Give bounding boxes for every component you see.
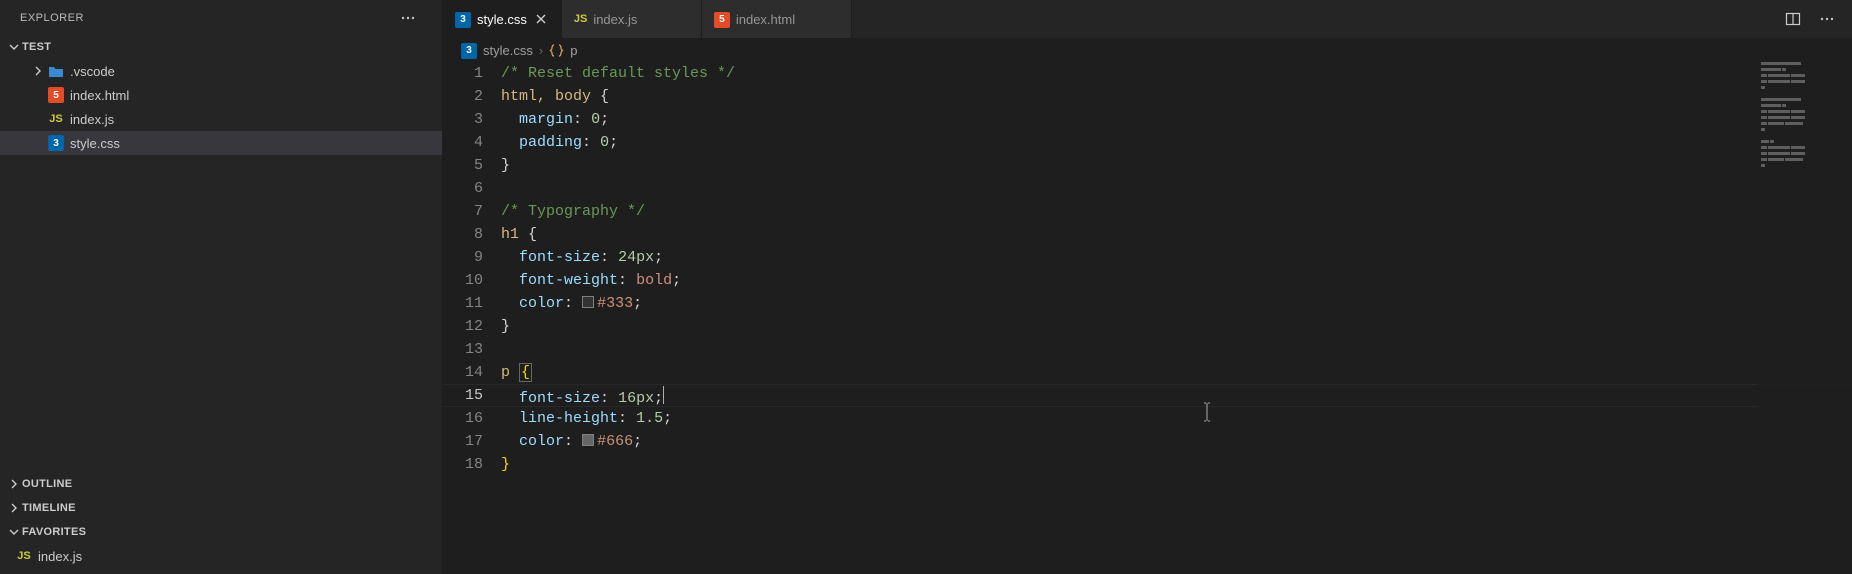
file-tree: .vscode 5 index.html JS index.js 3 style…: [0, 59, 442, 155]
folder-icon: [46, 64, 66, 78]
chevron-right-icon: [6, 500, 22, 516]
chevron-right-icon: [30, 63, 46, 79]
close-icon[interactable]: [533, 12, 549, 26]
tree-item-label: index.js: [70, 112, 114, 127]
css-file-icon: 3: [46, 135, 66, 151]
explorer-sidebar: EXPLORER TEST .vscode 5 index.html JS in…: [0, 0, 443, 574]
tree-item-label: .vscode: [70, 64, 115, 79]
timeline-section-header[interactable]: TIMELINE: [0, 496, 442, 520]
code-content[interactable]: /* Reset default styles */html, body { m…: [501, 62, 1852, 574]
favorites-label: FAVORITES: [22, 526, 86, 538]
favorite-item-label: index.js: [38, 549, 82, 564]
tree-file-index-js[interactable]: JS index.js: [0, 107, 442, 131]
split-editor-icon[interactable]: [1782, 8, 1804, 30]
project-name: TEST: [22, 41, 51, 53]
chevron-down-icon: [6, 524, 22, 540]
explorer-more-icon[interactable]: [400, 7, 422, 29]
line-number-gutter: 123456789101112131415161718: [443, 62, 501, 574]
tree-file-style-css[interactable]: 3 style.css: [0, 131, 442, 155]
html-file-icon: 5: [714, 10, 730, 28]
breadcrumb[interactable]: 3 style.css › p: [443, 38, 1852, 62]
explorer-header: EXPLORER: [0, 0, 442, 35]
chevron-right-icon: [6, 476, 22, 492]
tab-style-css[interactable]: 3 style.css: [443, 0, 562, 38]
js-file-icon: JS: [14, 550, 34, 562]
minimap[interactable]: [1757, 62, 1852, 522]
editor-area: 3 style.css JS index.js 5 index.html 3 s…: [443, 0, 1852, 574]
breadcrumb-file: style.css: [483, 43, 533, 58]
tab-label: index.html: [736, 12, 795, 27]
tree-folder-vscode[interactable]: .vscode: [0, 59, 442, 83]
js-file-icon: JS: [574, 13, 587, 25]
favorite-item[interactable]: JS index.js: [0, 544, 442, 568]
favorites-section-header[interactable]: FAVORITES: [0, 520, 442, 544]
tab-index-js[interactable]: JS index.js: [562, 0, 702, 38]
tab-actions: [1782, 0, 1852, 38]
css-file-icon: 3: [461, 41, 477, 59]
outline-label: OUTLINE: [22, 478, 72, 490]
tab-label: style.css: [477, 12, 527, 27]
tree-item-label: index.html: [70, 88, 129, 103]
css-file-icon: 3: [455, 10, 471, 28]
breadcrumb-separator: ›: [539, 43, 543, 58]
outline-section-header[interactable]: OUTLINE: [0, 472, 442, 496]
breadcrumb-symbol: p: [570, 43, 577, 58]
tree-file-index-html[interactable]: 5 index.html: [0, 83, 442, 107]
more-actions-icon[interactable]: [1816, 8, 1838, 30]
explorer-title: EXPLORER: [20, 12, 84, 24]
tab-bar: 3 style.css JS index.js 5 index.html: [443, 0, 1852, 38]
code-editor[interactable]: 123456789101112131415161718 /* Reset def…: [443, 62, 1852, 574]
html-file-icon: 5: [46, 87, 66, 103]
js-file-icon: JS: [46, 113, 66, 125]
tab-label: index.js: [593, 12, 637, 27]
project-section-header[interactable]: TEST: [0, 35, 442, 59]
css-rule-icon: [549, 43, 564, 58]
chevron-down-icon: [6, 39, 22, 55]
tab-index-html[interactable]: 5 index.html: [702, 0, 852, 38]
tree-item-label: style.css: [70, 136, 120, 151]
timeline-label: TIMELINE: [22, 502, 76, 514]
